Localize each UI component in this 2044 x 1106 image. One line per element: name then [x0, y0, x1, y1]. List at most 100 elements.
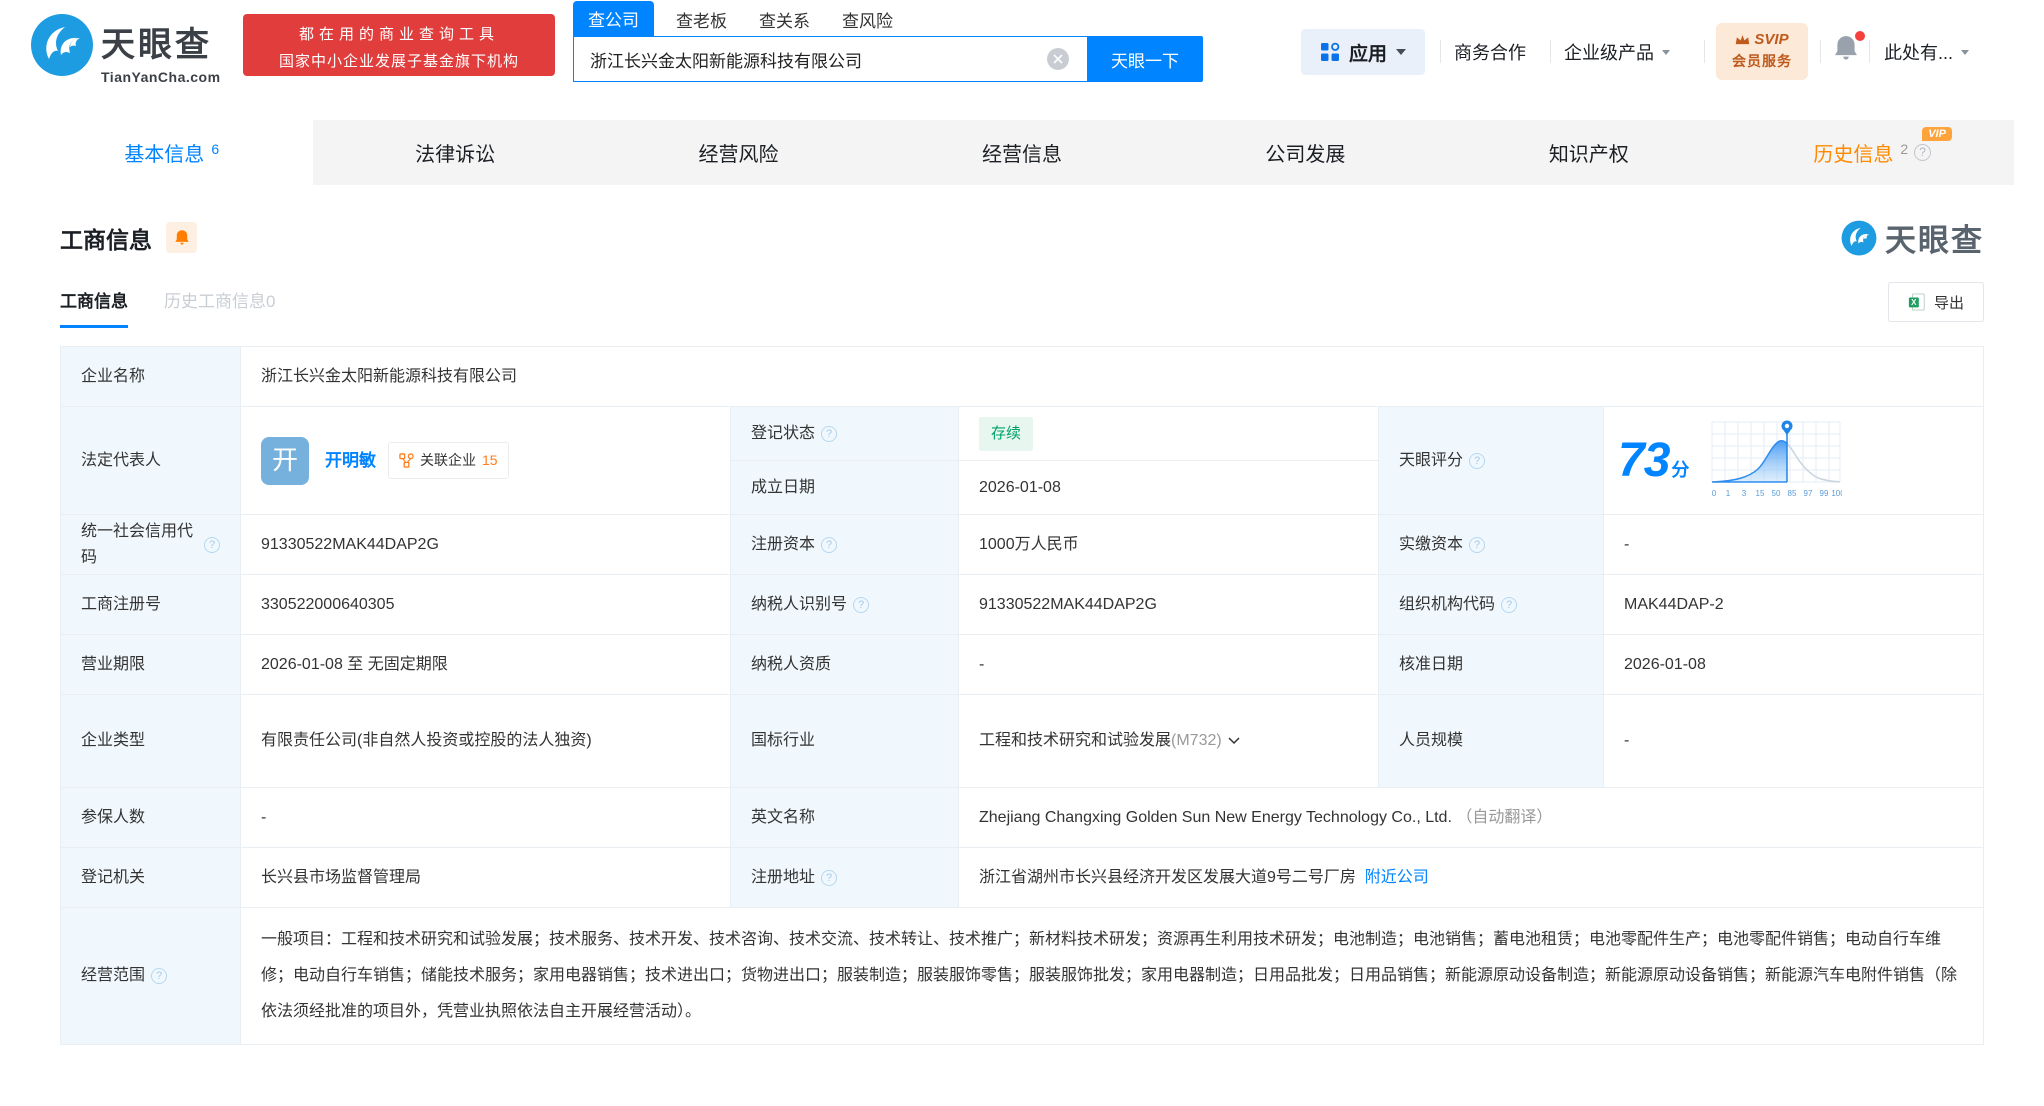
brand-domain: TianYanCha.com — [101, 69, 221, 85]
tab-label: 法律诉讼 — [415, 144, 496, 166]
search-tab-relation[interactable]: 查关系 — [759, 7, 810, 36]
svg-text:1: 1 — [1726, 489, 1731, 498]
staff-size-label: 人员规模 — [1379, 695, 1604, 787]
divider — [1440, 40, 1441, 63]
subtab-business-info[interactable]: 工商信息 — [60, 287, 128, 328]
help-icon[interactable]: ? — [853, 596, 870, 613]
chevron-down-icon — [1662, 49, 1670, 55]
reg-authority-label: 登记机关 — [61, 848, 241, 907]
help-icon[interactable]: ? — [1469, 452, 1486, 469]
company-name-label: 企业名称 — [61, 347, 241, 406]
brand-block[interactable]: 天眼查 TianYanCha.com — [101, 17, 221, 85]
taxpayer-id-value: 91330522MAK44DAP2G — [959, 575, 1379, 634]
industry-value[interactable]: 工程和技术研究和试验发展 (M732) — [959, 695, 1379, 787]
svg-text:97: 97 — [1804, 489, 1813, 498]
biz-coop-link[interactable]: 商务合作 — [1454, 39, 1526, 65]
help-icon[interactable]: ? — [821, 536, 838, 553]
account-menu[interactable]: 此处有... — [1884, 39, 1970, 65]
paid-capital-value: - — [1624, 535, 1630, 553]
slogan-line2: 国家中小企业发展子基金旗下机构 — [278, 53, 519, 70]
tab-count: 6 — [211, 140, 220, 157]
score-axis-labels: 0 1 3 15 50 85 97 99 100 — [1712, 489, 1842, 498]
status-badge: 存续 — [979, 416, 1034, 451]
english-name-label: 英文名称 — [731, 788, 959, 847]
help-icon[interactable]: ? — [151, 968, 168, 984]
svip-sublabel: 会员服务 — [1732, 53, 1792, 69]
search-tab-risk[interactable]: 查风险 — [842, 7, 893, 36]
address-value: 浙江省湖州市长兴县经济开发区发展大道9号二号厂房 附近公司 — [959, 848, 1983, 907]
help-icon[interactable]: ? — [1501, 596, 1518, 613]
score-cell[interactable]: 73 分 0 1 3 15 50 85 97 99 10 — [1604, 407, 1983, 514]
taxpayer-id-label: 纳税人识别号 ? — [731, 575, 959, 634]
tab-label: 知识产权 — [1548, 144, 1629, 166]
tab-legal-litigation[interactable]: 法律诉讼 — [313, 120, 596, 185]
search-tab-company[interactable]: 查公司 — [573, 1, 654, 36]
credit-code-value: 91330522MAK44DAP2G — [241, 515, 731, 574]
tab-basic-info[interactable]: 基本信息 6 — [30, 120, 314, 185]
svg-text:100: 100 — [1832, 489, 1843, 498]
watermark-logo: 天眼查 — [1841, 215, 1984, 260]
help-icon[interactable]: ? — [1914, 144, 1932, 161]
company-name-value: 浙江长兴金太阳新能源科技有限公司 — [261, 367, 518, 385]
search-tabs: 查公司 查老板 查关系 查风险 — [573, 1, 925, 36]
staff-size-value: - — [1624, 732, 1630, 750]
export-label: 导出 — [1933, 294, 1964, 312]
divider — [1820, 40, 1821, 63]
help-icon[interactable]: ? — [821, 425, 838, 442]
subtab-history-business-info[interactable]: 历史工商信息0 — [164, 287, 275, 328]
enterprise-products-link[interactable]: 企业级产品 — [1564, 39, 1670, 65]
tab-operating-risk[interactable]: 经营风险 — [597, 120, 880, 185]
apps-menu-button[interactable]: 应用 — [1301, 29, 1425, 75]
chevron-down-icon — [1396, 49, 1406, 55]
legal-rep-cell: 开 开明敏 关联企业 15 — [241, 407, 731, 514]
tab-company-development[interactable]: 公司发展 — [1164, 120, 1447, 185]
tianyancha-logo-icon[interactable] — [30, 13, 94, 82]
nearby-companies-link[interactable]: 附近公司 — [1365, 865, 1429, 891]
brand-name: 天眼查 — [101, 26, 212, 64]
slogan-badge: 都在用的商业查询工具 国家中小企业发展子基金旗下机构 — [243, 14, 555, 76]
org-code-label: 组织机构代码 ? — [1379, 575, 1604, 634]
taxpayer-qual-label: 纳税人资质 — [731, 635, 959, 694]
divider — [1704, 40, 1705, 63]
notifications-bell-icon[interactable] — [1833, 31, 1865, 64]
reg-authority-value: 长兴县市场监督管理局 — [241, 848, 731, 907]
apps-grid-icon — [1320, 42, 1340, 61]
related-companies-badge[interactable]: 关联企业 15 — [388, 442, 509, 479]
network-icon — [399, 453, 414, 468]
chevron-down-icon[interactable] — [1228, 737, 1240, 745]
score-value: 73 分 — [1618, 433, 1689, 487]
tab-intellectual-property[interactable]: 知识产权 — [1447, 120, 1730, 185]
insured-label: 参保人数 — [61, 788, 241, 847]
tab-history-info[interactable]: VIP 历史信息 2 ? — [1731, 120, 2014, 185]
clear-search-icon[interactable] — [1047, 48, 1069, 70]
search-bar: 天眼一下 — [573, 36, 1203, 82]
business-scope-value: 一般项目：工程和技术研究和试验发展；技术服务、技术开发、技术咨询、技术交流、技术… — [261, 931, 1958, 1020]
business-term-value: 2026-01-08 至 无固定期限 — [241, 635, 731, 694]
help-icon[interactable]: ? — [821, 869, 838, 886]
legal-rep-avatar[interactable]: 开 — [261, 436, 309, 485]
tab-label: 基本信息 — [124, 144, 205, 166]
divider — [1869, 40, 1870, 63]
help-icon[interactable]: ? — [204, 536, 220, 553]
chevron-down-icon — [1961, 49, 1970, 55]
reg-number-label: 工商注册号 — [61, 575, 241, 634]
score-distribution-chart: 0 1 3 15 50 85 97 99 100 — [1711, 420, 1842, 498]
monitor-bell-icon[interactable] — [166, 222, 197, 253]
tab-operating-info[interactable]: 经营信息 — [880, 120, 1163, 185]
score-label: 天眼评分 ? — [1379, 407, 1604, 514]
business-info-table: 企业名称 浙江长兴金太阳新能源科技有限公司 法定代表人 开 开明敏 关联企业 1… — [60, 346, 1984, 1045]
related-companies-count: 15 — [482, 452, 498, 469]
search-tab-boss[interactable]: 查老板 — [676, 7, 727, 36]
svip-membership-button[interactable]: SVIP 会员服务 — [1716, 23, 1808, 80]
legal-rep-name-link[interactable]: 开明敏 — [325, 447, 376, 474]
reg-capital-value: 1000万人民币 — [959, 515, 1379, 574]
tab-label: 经营信息 — [981, 144, 1062, 166]
notification-dot — [1855, 31, 1865, 41]
export-button[interactable]: X 导出 — [1888, 282, 1984, 322]
search-input[interactable] — [573, 36, 1087, 82]
english-name-value: Zhejiang Changxing Golden Sun New Energy… — [979, 808, 1553, 826]
search-button[interactable]: 天眼一下 — [1087, 36, 1203, 82]
reg-number-value: 330522000640305 — [241, 575, 731, 634]
org-code-value: MAK44DAP-2 — [1624, 595, 1724, 613]
help-icon[interactable]: ? — [1469, 536, 1486, 553]
